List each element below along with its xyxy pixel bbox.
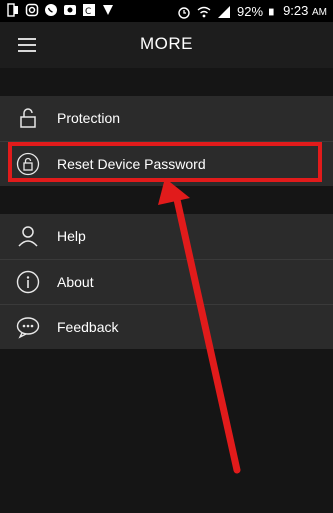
support-section: Help About Feedback: [0, 214, 333, 349]
menu-item-label: Help: [57, 228, 86, 244]
system-icons: 92% 9:23 AM: [177, 3, 327, 21]
menu-item-help[interactable]: Help: [0, 214, 333, 258]
lock-open-icon: [20, 108, 36, 128]
instagram-icon: [25, 3, 39, 17]
battery-percent: 92%: [237, 4, 264, 19]
app-screen: C 92% 9:23 AM MORE Protection Reset Devi…: [0, 0, 333, 513]
status-bar: C 92% 9:23 AM: [0, 0, 333, 22]
menu-item-about[interactable]: About: [0, 259, 333, 304]
highlight-box: [8, 142, 322, 182]
camera-app-icon: [64, 5, 76, 15]
app-notification-2-icon: [103, 5, 113, 15]
app-notification-icon: C: [83, 4, 95, 17]
info-icon: [16, 270, 40, 294]
menu-item-label: Feedback: [57, 319, 119, 335]
whatsapp-icon: [45, 4, 57, 16]
chat-bubble-icon: [16, 317, 40, 339]
clock-time: 9:23 AM: [283, 3, 327, 18]
app-header: MORE: [0, 22, 333, 68]
page-title: MORE: [140, 34, 193, 53]
battery-icon: [269, 8, 274, 16]
menu-item-label: Protection: [57, 110, 121, 126]
svg-text:C: C: [85, 7, 91, 17]
notification-icons: C: [6, 3, 115, 17]
menu-item-label: About: [57, 274, 94, 290]
alarm-icon: [178, 7, 190, 19]
menu-item-protection[interactable]: Protection: [0, 96, 333, 140]
person-icon: [18, 226, 38, 247]
menu-item-feedback[interactable]: Feedback: [0, 304, 333, 349]
wifi-icon: [197, 6, 211, 18]
signal-icon: [218, 6, 231, 18]
phone-icon: [7, 3, 18, 17]
